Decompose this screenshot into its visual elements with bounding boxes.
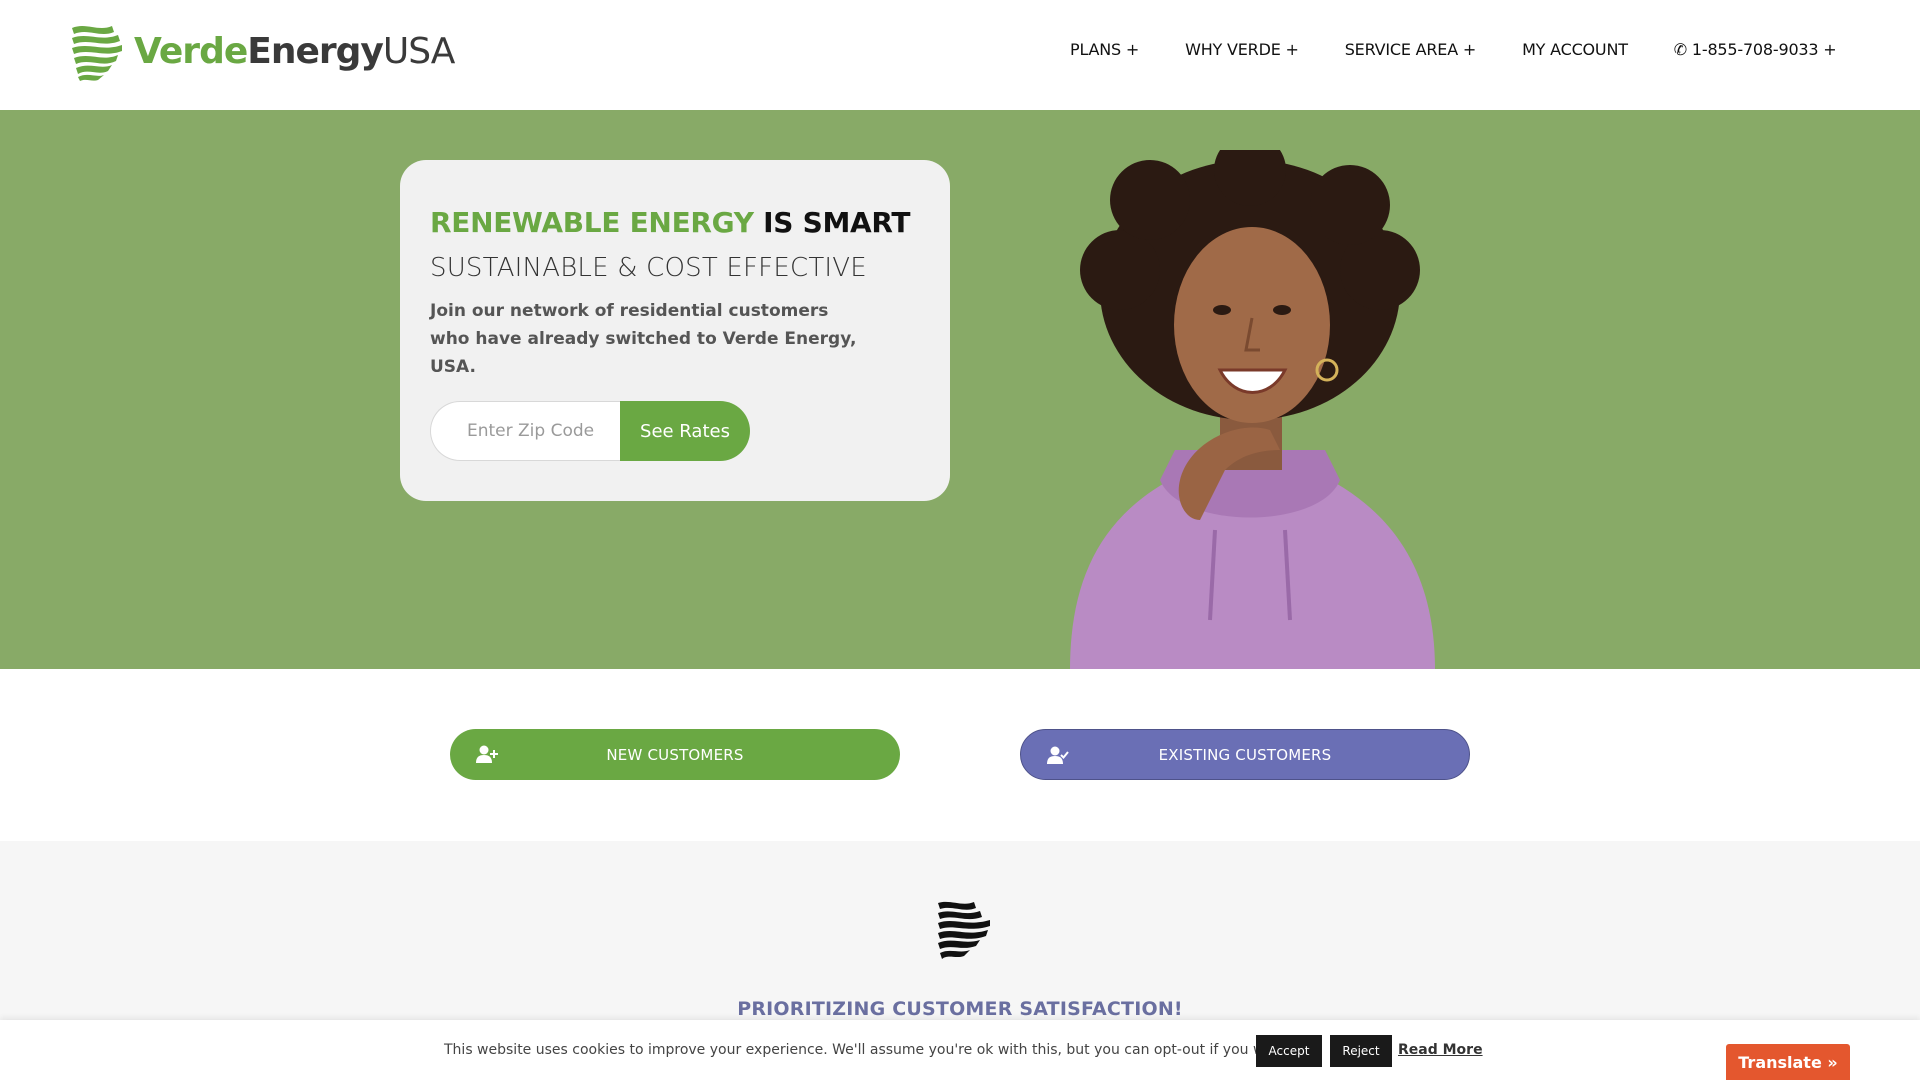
see-rates-button[interactable]: See Rates bbox=[620, 401, 750, 461]
user-plus-icon bbox=[476, 745, 498, 763]
logo-verde-text: Verde bbox=[134, 31, 248, 72]
user-check-icon bbox=[1047, 746, 1069, 764]
zip-code-input[interactable] bbox=[430, 401, 620, 461]
hero-headline: RENEWABLE ENERGY IS SMART bbox=[430, 206, 920, 239]
hero-subhead: SUSTAINABLE & COST EFFECTIVE bbox=[430, 253, 867, 283]
hero-blurb: Join our network of residential customer… bbox=[430, 301, 857, 377]
new-customers-button[interactable]: NEW CUSTOMERS bbox=[450, 729, 900, 780]
cookie-accept-button[interactable]: Accept bbox=[1256, 1035, 1322, 1067]
nav-plans[interactable]: PLANS + bbox=[1070, 40, 1139, 59]
zip-form: See Rates bbox=[430, 401, 920, 461]
logo-wordmark: VerdeEnergyUSA bbox=[134, 31, 455, 72]
translate-button[interactable]: Translate » bbox=[1726, 1044, 1850, 1080]
nav-phone[interactable]: ✆ 1-855-708-9033 + bbox=[1674, 40, 1837, 59]
cookie-text: This website uses cookies to improve you… bbox=[444, 1042, 1289, 1058]
hero-banner: RENEWABLE ENERGY IS SMART SUSTAINABLE & … bbox=[0, 110, 1920, 669]
hero-card: RENEWABLE ENERGY IS SMART SUSTAINABLE & … bbox=[400, 160, 950, 501]
main-nav: PLANS + WHY VERDE + SERVICE AREA + MY AC… bbox=[1070, 40, 1837, 59]
headline-green: RENEWABLE ENERGY bbox=[430, 206, 754, 239]
customer-buttons-row: NEW CUSTOMERS EXISTING CUSTOMERS bbox=[0, 669, 1920, 841]
cookie-reject-button[interactable]: Reject bbox=[1330, 1035, 1392, 1067]
cookie-consent-bar: This website uses cookies to improve you… bbox=[0, 1020, 1920, 1080]
hero-person-image bbox=[1070, 150, 1435, 669]
nav-my-account[interactable]: MY ACCOUNT bbox=[1522, 40, 1628, 59]
new-customers-label: NEW CUSTOMERS bbox=[606, 745, 744, 764]
logo-usa-text: USA bbox=[382, 31, 455, 72]
headline-dark: IS SMART bbox=[753, 206, 911, 239]
cookie-read-more-link[interactable]: Read More bbox=[1398, 1042, 1483, 1058]
verde-stripes-icon bbox=[938, 901, 990, 959]
feature-title: PRIORITIZING CUSTOMER SATISFACTION! bbox=[737, 998, 1183, 1020]
nav-service-area[interactable]: SERVICE AREA + bbox=[1345, 40, 1477, 59]
nav-why-verde[interactable]: WHY VERDE + bbox=[1185, 40, 1299, 59]
logo-energy-text: Energy bbox=[247, 31, 384, 72]
site-header: VerdeEnergyUSA PLANS + WHY VERDE + SERVI… bbox=[0, 0, 1920, 110]
verde-leaf-stripes-icon bbox=[72, 26, 122, 81]
existing-customers-button[interactable]: EXISTING CUSTOMERS bbox=[1020, 729, 1470, 780]
existing-customers-label: EXISTING CUSTOMERS bbox=[1158, 745, 1332, 764]
site-logo[interactable]: VerdeEnergyUSA bbox=[68, 20, 455, 84]
